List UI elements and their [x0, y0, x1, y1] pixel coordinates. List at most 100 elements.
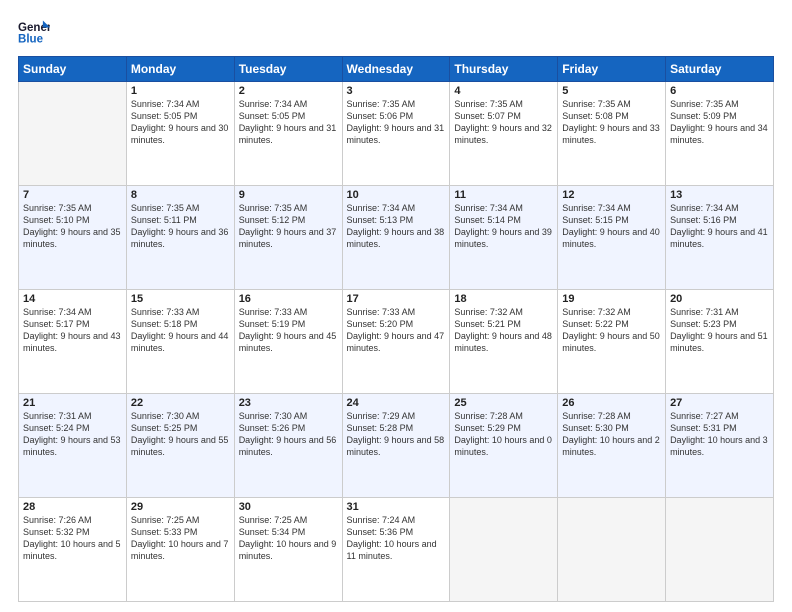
calendar-cell: 28Sunrise: 7:26 AMSunset: 5:32 PMDayligh…: [19, 498, 127, 602]
day-info: Sunrise: 7:35 AMSunset: 5:08 PMDaylight:…: [562, 98, 661, 147]
day-number: 29: [131, 501, 230, 513]
page-header: General Blue: [18, 18, 774, 46]
day-number: 24: [347, 397, 446, 409]
calendar-cell: 8Sunrise: 7:35 AMSunset: 5:11 PMDaylight…: [126, 186, 234, 290]
calendar-cell: 22Sunrise: 7:30 AMSunset: 5:25 PMDayligh…: [126, 394, 234, 498]
calendar-cell: 2Sunrise: 7:34 AMSunset: 5:05 PMDaylight…: [234, 82, 342, 186]
calendar-cell: 9Sunrise: 7:35 AMSunset: 5:12 PMDaylight…: [234, 186, 342, 290]
day-number: 30: [239, 501, 338, 513]
day-number: 23: [239, 397, 338, 409]
day-info: Sunrise: 7:35 AMSunset: 5:12 PMDaylight:…: [239, 202, 338, 251]
day-info: Sunrise: 7:34 AMSunset: 5:05 PMDaylight:…: [239, 98, 338, 147]
day-header-sunday: Sunday: [19, 57, 127, 82]
day-info: Sunrise: 7:24 AMSunset: 5:36 PMDaylight:…: [347, 514, 446, 563]
calendar-cell: 3Sunrise: 7:35 AMSunset: 5:06 PMDaylight…: [342, 82, 450, 186]
calendar-cell: 30Sunrise: 7:25 AMSunset: 5:34 PMDayligh…: [234, 498, 342, 602]
day-info: Sunrise: 7:28 AMSunset: 5:29 PMDaylight:…: [454, 410, 553, 459]
day-info: Sunrise: 7:35 AMSunset: 5:11 PMDaylight:…: [131, 202, 230, 251]
day-info: Sunrise: 7:34 AMSunset: 5:15 PMDaylight:…: [562, 202, 661, 251]
day-info: Sunrise: 7:34 AMSunset: 5:16 PMDaylight:…: [670, 202, 769, 251]
day-number: 16: [239, 293, 338, 305]
calendar-cell: 21Sunrise: 7:31 AMSunset: 5:24 PMDayligh…: [19, 394, 127, 498]
day-number: 8: [131, 189, 230, 201]
day-number: 20: [670, 293, 769, 305]
day-info: Sunrise: 7:34 AMSunset: 5:17 PMDaylight:…: [23, 306, 122, 355]
day-number: 11: [454, 189, 553, 201]
calendar-cell: 27Sunrise: 7:27 AMSunset: 5:31 PMDayligh…: [666, 394, 774, 498]
day-info: Sunrise: 7:32 AMSunset: 5:21 PMDaylight:…: [454, 306, 553, 355]
day-info: Sunrise: 7:32 AMSunset: 5:22 PMDaylight:…: [562, 306, 661, 355]
day-info: Sunrise: 7:33 AMSunset: 5:20 PMDaylight:…: [347, 306, 446, 355]
calendar-cell: 19Sunrise: 7:32 AMSunset: 5:22 PMDayligh…: [558, 290, 666, 394]
day-number: 12: [562, 189, 661, 201]
day-number: 14: [23, 293, 122, 305]
day-info: Sunrise: 7:28 AMSunset: 5:30 PMDaylight:…: [562, 410, 661, 459]
day-number: 19: [562, 293, 661, 305]
calendar-cell: 23Sunrise: 7:30 AMSunset: 5:26 PMDayligh…: [234, 394, 342, 498]
day-number: 4: [454, 85, 553, 97]
day-number: 5: [562, 85, 661, 97]
calendar-cell: 14Sunrise: 7:34 AMSunset: 5:17 PMDayligh…: [19, 290, 127, 394]
calendar-cell: 10Sunrise: 7:34 AMSunset: 5:13 PMDayligh…: [342, 186, 450, 290]
day-header-friday: Friday: [558, 57, 666, 82]
calendar-cell: 12Sunrise: 7:34 AMSunset: 5:15 PMDayligh…: [558, 186, 666, 290]
day-number: 28: [23, 501, 122, 513]
day-number: 15: [131, 293, 230, 305]
calendar-cell: 6Sunrise: 7:35 AMSunset: 5:09 PMDaylight…: [666, 82, 774, 186]
day-number: 21: [23, 397, 122, 409]
day-number: 17: [347, 293, 446, 305]
calendar-week-row: 7Sunrise: 7:35 AMSunset: 5:10 PMDaylight…: [19, 186, 774, 290]
calendar-week-row: 1 Sunrise: 7:34 AMSunset: 5:05 PMDaylight…: [19, 82, 774, 186]
calendar-cell: 18Sunrise: 7:32 AMSunset: 5:21 PMDayligh…: [450, 290, 558, 394]
calendar-cell: 16Sunrise: 7:33 AMSunset: 5:19 PMDayligh…: [234, 290, 342, 394]
calendar-cell: 26Sunrise: 7:28 AMSunset: 5:30 PMDayligh…: [558, 394, 666, 498]
calendar-cell: 29Sunrise: 7:25 AMSunset: 5:33 PMDayligh…: [126, 498, 234, 602]
day-info: Sunrise: 7:34 AMSunset: 5:14 PMDaylight:…: [454, 202, 553, 251]
calendar-week-row: 21Sunrise: 7:31 AMSunset: 5:24 PMDayligh…: [19, 394, 774, 498]
day-number: 31: [347, 501, 446, 513]
calendar-week-row: 28Sunrise: 7:26 AMSunset: 5:32 PMDayligh…: [19, 498, 774, 602]
day-number: 27: [670, 397, 769, 409]
day-header-thursday: Thursday: [450, 57, 558, 82]
day-info: Sunrise: 7:30 AMSunset: 5:25 PMDaylight:…: [131, 410, 230, 459]
calendar-table: SundayMondayTuesdayWednesdayThursdayFrid…: [18, 56, 774, 602]
day-number: 2: [239, 85, 338, 97]
calendar-cell: 25Sunrise: 7:28 AMSunset: 5:29 PMDayligh…: [450, 394, 558, 498]
day-number: 9: [239, 189, 338, 201]
calendar-cell: 13Sunrise: 7:34 AMSunset: 5:16 PMDayligh…: [666, 186, 774, 290]
calendar-cell: [19, 82, 127, 186]
day-number: 25: [454, 397, 553, 409]
day-number: 7: [23, 189, 122, 201]
calendar-cell: 5Sunrise: 7:35 AMSunset: 5:08 PMDaylight…: [558, 82, 666, 186]
logo: General Blue: [18, 18, 50, 46]
day-info: Sunrise: 7:35 AMSunset: 5:06 PMDaylight:…: [347, 98, 446, 147]
calendar-cell: 1Sunrise: 7:34 AMSunset: 5:05 PMDaylight…: [126, 82, 234, 186]
calendar-cell: 7Sunrise: 7:35 AMSunset: 5:10 PMDaylight…: [19, 186, 127, 290]
svg-text:Blue: Blue: [18, 34, 44, 46]
day-info: Sunrise: 7:34 AMSunset: 5:13 PMDaylight:…: [347, 202, 446, 251]
day-number: 1: [131, 85, 230, 97]
calendar-week-row: 14Sunrise: 7:34 AMSunset: 5:17 PMDayligh…: [19, 290, 774, 394]
calendar-header-row: SundayMondayTuesdayWednesdayThursdayFrid…: [19, 57, 774, 82]
day-info: Sunrise: 7:31 AMSunset: 5:23 PMDaylight:…: [670, 306, 769, 355]
calendar-cell: 24Sunrise: 7:29 AMSunset: 5:28 PMDayligh…: [342, 394, 450, 498]
day-number: 22: [131, 397, 230, 409]
calendar-cell: 4Sunrise: 7:35 AMSunset: 5:07 PMDaylight…: [450, 82, 558, 186]
day-info: Sunrise: 7:29 AMSunset: 5:28 PMDaylight:…: [347, 410, 446, 459]
day-info: Sunrise: 7:33 AMSunset: 5:18 PMDaylight:…: [131, 306, 230, 355]
day-header-monday: Monday: [126, 57, 234, 82]
calendar-cell: 17Sunrise: 7:33 AMSunset: 5:20 PMDayligh…: [342, 290, 450, 394]
calendar-cell: 11Sunrise: 7:34 AMSunset: 5:14 PMDayligh…: [450, 186, 558, 290]
day-info: Sunrise: 7:35 AMSunset: 5:09 PMDaylight:…: [670, 98, 769, 147]
calendar-cell: 31Sunrise: 7:24 AMSunset: 5:36 PMDayligh…: [342, 498, 450, 602]
day-header-tuesday: Tuesday: [234, 57, 342, 82]
day-number: 18: [454, 293, 553, 305]
day-info: Sunrise: 7:33 AMSunset: 5:19 PMDaylight:…: [239, 306, 338, 355]
day-info: Sunrise: 7:35 AMSunset: 5:10 PMDaylight:…: [23, 202, 122, 251]
day-info: Sunrise: 7:25 AMSunset: 5:33 PMDaylight:…: [131, 514, 230, 563]
day-info: Sunrise: 7:26 AMSunset: 5:32 PMDaylight:…: [23, 514, 122, 563]
day-info: Sunrise: 7:30 AMSunset: 5:26 PMDaylight:…: [239, 410, 338, 459]
calendar-cell: 20Sunrise: 7:31 AMSunset: 5:23 PMDayligh…: [666, 290, 774, 394]
day-info: Sunrise: 7:27 AMSunset: 5:31 PMDaylight:…: [670, 410, 769, 459]
day-number: 3: [347, 85, 446, 97]
